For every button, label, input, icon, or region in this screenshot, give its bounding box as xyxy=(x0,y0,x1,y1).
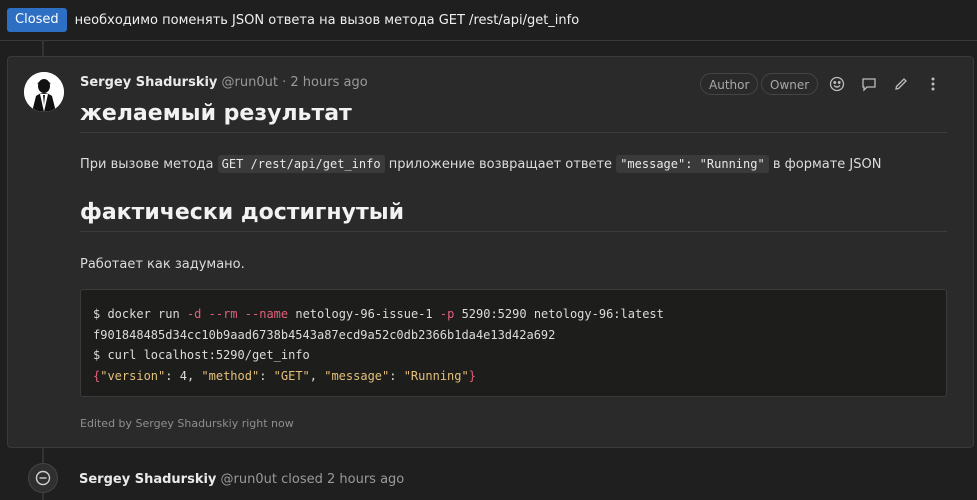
owner-chip: Owner xyxy=(761,73,819,95)
issue-header-bar: Closed необходимо поменять JSON ответа н… xyxy=(0,0,977,41)
status-badge: Closed xyxy=(7,8,67,32)
para1-prefix: При вызове метода xyxy=(80,157,214,172)
avatar[interactable] xyxy=(24,72,64,112)
heading-expected-wrap: желаемый результат xyxy=(80,101,947,133)
edit-icon[interactable] xyxy=(891,74,911,94)
comment-header: Sergey Shadurskiy @run0ut · 2 hours ago xyxy=(80,75,368,90)
edited-note: Edited by Sergey Shadurskiy right now xyxy=(80,417,294,430)
author-username[interactable]: @run0ut xyxy=(222,75,278,90)
meta-separator: · xyxy=(282,75,287,90)
code-block[interactable]: $ docker run -d --rm --name netology-96-… xyxy=(80,289,947,397)
inline-code-message: "message": "Running" xyxy=(616,155,769,173)
avatar-image xyxy=(24,72,64,112)
inline-code-endpoint: GET /rest/api/get_info xyxy=(217,155,385,173)
code-line-2: f901848485d34cc10b9aad6738b4543a87ecd9a5… xyxy=(93,327,556,342)
closed-event-icon xyxy=(28,463,58,493)
heading-actual: фактически достигнутый xyxy=(80,200,947,232)
paragraph-expected: При вызове метода GET /rest/api/get_info… xyxy=(80,155,947,173)
event-author[interactable]: Sergey Shadurskiy xyxy=(79,472,216,487)
heading-actual-wrap: фактически достигнутый xyxy=(80,200,947,232)
code-line-1: $ docker run -d --rm --name netology-96-… xyxy=(93,307,664,321)
event-username[interactable]: @run0ut xyxy=(221,472,277,487)
closed-event: Sergey Shadurskiy @run0ut closed 2 hours… xyxy=(79,472,404,487)
code-line-3: $ curl localhost:5290/get_info xyxy=(93,348,310,362)
heading-expected: желаемый результат xyxy=(80,101,947,133)
issue-title: необходимо поменять JSON ответа на вызов… xyxy=(74,12,580,28)
comment-card: Sergey Shadurskiy @run0ut · 2 hours ago … xyxy=(7,56,974,448)
event-time[interactable]: 2 hours ago xyxy=(327,472,404,487)
para1-mid: приложение возвращает ответе xyxy=(388,157,613,172)
reply-icon[interactable] xyxy=(859,74,879,94)
comment-time[interactable]: 2 hours ago xyxy=(290,75,367,90)
author-name[interactable]: Sergey Shadurskiy xyxy=(80,75,217,90)
more-icon[interactable] xyxy=(923,74,943,94)
author-chip: Author xyxy=(700,73,759,95)
emoji-icon[interactable] xyxy=(827,74,847,94)
para1-suffix: в формате JSON xyxy=(772,157,882,172)
paragraph-actual: Работает как задумано. xyxy=(80,257,245,272)
event-action: closed xyxy=(281,472,323,487)
code-line-4: {"version": 4, "method": "GET", "message… xyxy=(93,368,476,383)
